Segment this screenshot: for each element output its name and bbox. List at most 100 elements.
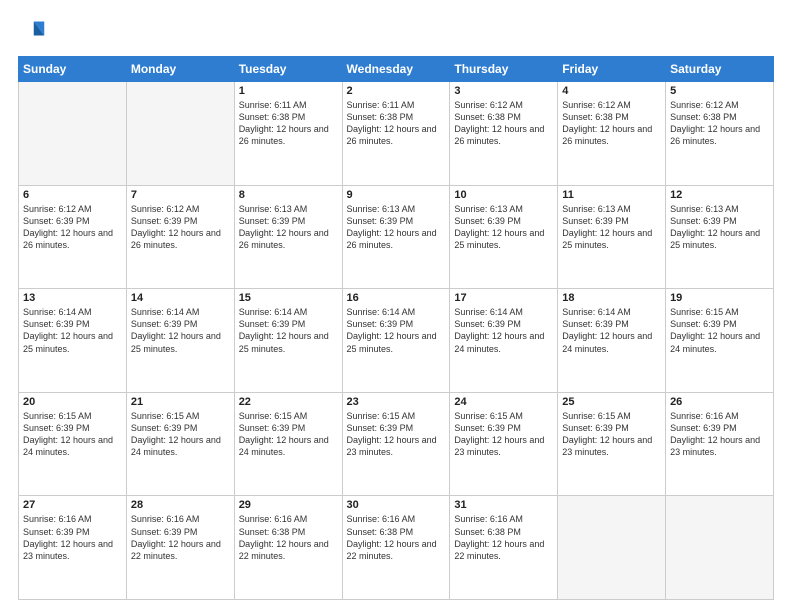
calendar-day-cell: 26 Sunrise: 6:16 AM Sunset: 6:39 PM Dayli… bbox=[666, 392, 774, 496]
day-number: 13 bbox=[23, 292, 122, 304]
day-info: Sunrise: 6:13 AM Sunset: 6:39 PM Dayligh… bbox=[670, 203, 769, 252]
day-info: Sunrise: 6:12 AM Sunset: 6:38 PM Dayligh… bbox=[454, 99, 553, 148]
calendar-day-cell: 29 Sunrise: 6:16 AM Sunset: 6:38 PM Dayli… bbox=[234, 496, 342, 600]
calendar-day-cell: 23Sunrise: 6:15 AM Sunset: 6:39 PM Dayli… bbox=[342, 392, 450, 496]
day-number: 1 bbox=[239, 85, 338, 97]
day-number: 3 bbox=[454, 85, 553, 97]
calendar-day-cell: 25 Sunrise: 6:15 AM Sunset: 6:39 PM Dayli… bbox=[558, 392, 666, 496]
calendar-day-cell: 28Sunrise: 6:16 AM Sunset: 6:39 PM Dayli… bbox=[126, 496, 234, 600]
day-info: Sunrise: 6:16 AM Sunset: 6:39 PM Dayligh… bbox=[23, 513, 122, 562]
day-info: Sunrise: 6:16 AM Sunset: 6:39 PM Dayligh… bbox=[131, 513, 230, 562]
calendar-day-cell: 2 Sunrise: 6:11 AM Sunset: 6:38 PM Daylig… bbox=[342, 82, 450, 186]
calendar-week-row: 6Sunrise: 6:12 AM Sunset: 6:39 PM Daylig… bbox=[19, 185, 774, 289]
day-info: Sunrise: 6:15 AM Sunset: 6:39 PM Dayligh… bbox=[23, 410, 122, 459]
day-info: Sunrise: 6:14 AM Sunset: 6:39 PM Dayligh… bbox=[454, 306, 553, 355]
day-number: 30 bbox=[347, 499, 446, 511]
calendar-day-cell: 30 Sunrise: 6:16 AM Sunset: 6:38 PM Dayli… bbox=[342, 496, 450, 600]
calendar-day-cell bbox=[19, 82, 127, 186]
day-info: Sunrise: 6:14 AM Sunset: 6:39 PM Dayligh… bbox=[239, 306, 338, 355]
logo-icon bbox=[18, 18, 46, 46]
day-info: Sunrise: 6:16 AM Sunset: 6:38 PM Dayligh… bbox=[454, 513, 553, 562]
calendar: SundayMondayTuesdayWednesdayThursdayFrid… bbox=[18, 56, 774, 600]
day-number: 10 bbox=[454, 189, 553, 201]
day-number: 27 bbox=[23, 499, 122, 511]
day-info: Sunrise: 6:15 AM Sunset: 6:39 PM Dayligh… bbox=[454, 410, 553, 459]
weekday-header: Friday bbox=[558, 57, 666, 82]
calendar-header: SundayMondayTuesdayWednesdayThursdayFrid… bbox=[19, 57, 774, 82]
day-info: Sunrise: 6:15 AM Sunset: 6:39 PM Dayligh… bbox=[670, 306, 769, 355]
logo bbox=[18, 18, 50, 46]
day-info: Sunrise: 6:13 AM Sunset: 6:39 PM Dayligh… bbox=[454, 203, 553, 252]
day-number: 18 bbox=[562, 292, 661, 304]
day-info: Sunrise: 6:13 AM Sunset: 6:39 PM Dayligh… bbox=[347, 203, 446, 252]
calendar-day-cell: 27 Sunrise: 6:16 AM Sunset: 6:39 PM Dayli… bbox=[19, 496, 127, 600]
weekday-header: Tuesday bbox=[234, 57, 342, 82]
calendar-week-row: 27 Sunrise: 6:16 AM Sunset: 6:39 PM Dayli… bbox=[19, 496, 774, 600]
day-number: 4 bbox=[562, 85, 661, 97]
calendar-day-cell: 7Sunrise: 6:12 AM Sunset: 6:39 PM Daylig… bbox=[126, 185, 234, 289]
calendar-day-cell bbox=[126, 82, 234, 186]
calendar-day-cell: 19Sunrise: 6:15 AM Sunset: 6:39 PM Dayli… bbox=[666, 289, 774, 393]
day-info: Sunrise: 6:16 AM Sunset: 6:38 PM Dayligh… bbox=[347, 513, 446, 562]
day-number: 15 bbox=[239, 292, 338, 304]
day-number: 17 bbox=[454, 292, 553, 304]
calendar-day-cell: 14 Sunrise: 6:14 AM Sunset: 6:39 PM Dayli… bbox=[126, 289, 234, 393]
day-number: 29 bbox=[239, 499, 338, 511]
weekday-header: Monday bbox=[126, 57, 234, 82]
day-number: 8 bbox=[239, 189, 338, 201]
day-info: Sunrise: 6:15 AM Sunset: 6:39 PM Dayligh… bbox=[347, 410, 446, 459]
day-info: Sunrise: 6:16 AM Sunset: 6:38 PM Dayligh… bbox=[239, 513, 338, 562]
calendar-body: 1 Sunrise: 6:11 AM Sunset: 6:38 PM Daylig… bbox=[19, 82, 774, 600]
calendar-week-row: 13 Sunrise: 6:14 AM Sunset: 6:39 PM Dayli… bbox=[19, 289, 774, 393]
calendar-day-cell: 21Sunrise: 6:15 AM Sunset: 6:39 PM Dayli… bbox=[126, 392, 234, 496]
calendar-day-cell: 4 Sunrise: 6:12 AM Sunset: 6:38 PM Daylig… bbox=[558, 82, 666, 186]
calendar-day-cell: 22Sunrise: 6:15 AM Sunset: 6:39 PM Dayli… bbox=[234, 392, 342, 496]
calendar-week-row: 20 Sunrise: 6:15 AM Sunset: 6:39 PM Dayli… bbox=[19, 392, 774, 496]
day-number: 11 bbox=[562, 189, 661, 201]
day-number: 5 bbox=[670, 85, 769, 97]
day-number: 6 bbox=[23, 189, 122, 201]
weekday-header: Saturday bbox=[666, 57, 774, 82]
day-number: 14 bbox=[131, 292, 230, 304]
weekday-header: Sunday bbox=[19, 57, 127, 82]
day-info: Sunrise: 6:16 AM Sunset: 6:39 PM Dayligh… bbox=[670, 410, 769, 459]
day-number: 20 bbox=[23, 396, 122, 408]
calendar-day-cell: 17 Sunrise: 6:14 AM Sunset: 6:39 PM Dayli… bbox=[450, 289, 558, 393]
day-number: 2 bbox=[347, 85, 446, 97]
calendar-day-cell: 20 Sunrise: 6:15 AM Sunset: 6:39 PM Dayli… bbox=[19, 392, 127, 496]
calendar-day-cell: 3 Sunrise: 6:12 AM Sunset: 6:38 PM Daylig… bbox=[450, 82, 558, 186]
calendar-day-cell: 12Sunrise: 6:13 AM Sunset: 6:39 PM Dayli… bbox=[666, 185, 774, 289]
calendar-day-cell: 11Sunrise: 6:13 AM Sunset: 6:39 PM Dayli… bbox=[558, 185, 666, 289]
day-number: 25 bbox=[562, 396, 661, 408]
day-number: 24 bbox=[454, 396, 553, 408]
day-number: 7 bbox=[131, 189, 230, 201]
calendar-day-cell bbox=[558, 496, 666, 600]
calendar-day-cell: 6Sunrise: 6:12 AM Sunset: 6:39 PM Daylig… bbox=[19, 185, 127, 289]
calendar-day-cell: 8 Sunrise: 6:13 AM Sunset: 6:39 PM Daylig… bbox=[234, 185, 342, 289]
day-number: 16 bbox=[347, 292, 446, 304]
page: SundayMondayTuesdayWednesdayThursdayFrid… bbox=[0, 0, 792, 612]
day-number: 9 bbox=[347, 189, 446, 201]
calendar-day-cell: 13 Sunrise: 6:14 AM Sunset: 6:39 PM Dayli… bbox=[19, 289, 127, 393]
calendar-day-cell: 15 Sunrise: 6:14 AM Sunset: 6:39 PM Dayli… bbox=[234, 289, 342, 393]
calendar-week-row: 1 Sunrise: 6:11 AM Sunset: 6:38 PM Daylig… bbox=[19, 82, 774, 186]
calendar-day-cell: 10 Sunrise: 6:13 AM Sunset: 6:39 PM Dayli… bbox=[450, 185, 558, 289]
day-info: Sunrise: 6:11 AM Sunset: 6:38 PM Dayligh… bbox=[347, 99, 446, 148]
calendar-day-cell: 16Sunrise: 6:14 AM Sunset: 6:39 PM Dayli… bbox=[342, 289, 450, 393]
day-number: 22 bbox=[239, 396, 338, 408]
day-number: 31 bbox=[454, 499, 553, 511]
day-info: Sunrise: 6:11 AM Sunset: 6:38 PM Dayligh… bbox=[239, 99, 338, 148]
weekday-header: Thursday bbox=[450, 57, 558, 82]
day-number: 21 bbox=[131, 396, 230, 408]
day-info: Sunrise: 6:14 AM Sunset: 6:39 PM Dayligh… bbox=[562, 306, 661, 355]
weekday-row: SundayMondayTuesdayWednesdayThursdayFrid… bbox=[19, 57, 774, 82]
day-info: Sunrise: 6:15 AM Sunset: 6:39 PM Dayligh… bbox=[562, 410, 661, 459]
calendar-day-cell bbox=[666, 496, 774, 600]
day-info: Sunrise: 6:12 AM Sunset: 6:38 PM Dayligh… bbox=[562, 99, 661, 148]
day-info: Sunrise: 6:14 AM Sunset: 6:39 PM Dayligh… bbox=[131, 306, 230, 355]
day-info: Sunrise: 6:13 AM Sunset: 6:39 PM Dayligh… bbox=[239, 203, 338, 252]
day-info: Sunrise: 6:14 AM Sunset: 6:39 PM Dayligh… bbox=[23, 306, 122, 355]
calendar-day-cell: 1 Sunrise: 6:11 AM Sunset: 6:38 PM Daylig… bbox=[234, 82, 342, 186]
day-number: 26 bbox=[670, 396, 769, 408]
calendar-day-cell: 18 Sunrise: 6:14 AM Sunset: 6:39 PM Dayli… bbox=[558, 289, 666, 393]
